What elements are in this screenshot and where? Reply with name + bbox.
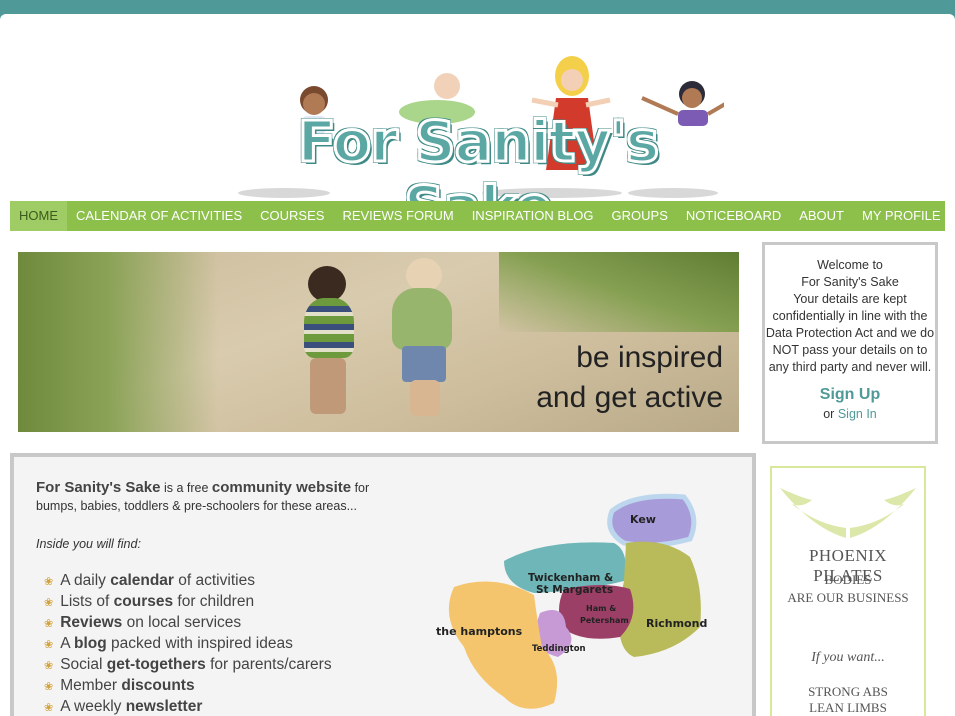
site-logo[interactable]: For Sanity's Sake xyxy=(232,50,734,242)
hero-child-left-shirt xyxy=(304,298,354,358)
ad-benefit-2: LEAN LIMBS xyxy=(809,700,887,715)
ad-if-you-want: If you want... xyxy=(811,650,885,665)
feature-item: ❀ A blog packed with inspired ideas xyxy=(44,634,332,655)
flower-bullet-icon: ❀ xyxy=(44,639,54,651)
or-text: or xyxy=(823,407,835,421)
hero-tagline-line1: be inspired xyxy=(576,341,723,374)
nav-item-courses[interactable]: COURSES xyxy=(251,201,333,231)
feature-text: packed with inspired ideas xyxy=(106,635,293,652)
hero-grass-right xyxy=(499,252,739,332)
hero-child-right xyxy=(406,258,442,292)
hero-banner: be inspired and get active xyxy=(18,252,739,432)
nav-item-about[interactable]: ABOUT xyxy=(790,201,853,231)
page: For Sanity's Sake HOME CALENDAR OF ACTIV… xyxy=(0,14,955,716)
hero-child-right-legs xyxy=(410,380,440,416)
features-list: ❀ A daily calendar of activities ❀ Lists of… xyxy=(44,571,332,716)
welcome-line2: For Sanity's Sake xyxy=(801,275,899,289)
feature-text: Lists of xyxy=(60,593,114,610)
map-label-st-margarets: St Margarets xyxy=(536,584,613,596)
feature-item: ❀ Member discounts xyxy=(44,676,332,697)
map-label-ham: Ham & xyxy=(586,604,616,613)
sign-up-link[interactable]: Sign Up xyxy=(765,384,935,406)
feature-keyword: newsletter xyxy=(125,698,203,715)
feature-text: for children xyxy=(173,593,255,610)
map-label-twickenham: Twickenham & xyxy=(528,572,613,584)
intro-for: for xyxy=(354,481,370,495)
area-map[interactable]: Kew Twickenham & St Margarets Ham & Pete… xyxy=(434,477,724,716)
feature-text: of activities xyxy=(173,572,255,589)
feature-keyword: calendar xyxy=(110,572,174,589)
hero-child-right-shorts xyxy=(402,346,446,382)
hero-tagline: be inspired and get active xyxy=(536,338,723,418)
feature-text: on local services xyxy=(122,614,242,631)
hero-child-right-shirt xyxy=(392,288,452,350)
nav-item-noticeboard[interactable]: NOTICEBOARD xyxy=(677,201,790,231)
feature-keyword: blog xyxy=(74,635,107,652)
map-label-petersham: Petersham xyxy=(580,616,629,625)
hero-grass-left xyxy=(18,252,218,432)
map-label-kew: Kew xyxy=(630,513,656,526)
feature-text: A xyxy=(60,635,75,652)
feature-item: ❀ Social get-togethers for parents/carers xyxy=(44,655,332,676)
welcome-line1: Welcome to xyxy=(817,258,883,272)
feature-keyword: discounts xyxy=(121,677,195,694)
hero-child-left xyxy=(308,266,346,302)
nav-item-groups[interactable]: GROUPS xyxy=(603,201,677,231)
flower-bullet-icon: ❀ xyxy=(44,702,54,714)
flower-bullet-icon: ❀ xyxy=(44,660,54,672)
sign-in-row: or Sign In xyxy=(765,406,935,423)
feature-keyword: Reviews xyxy=(60,614,123,631)
nav-item-home[interactable]: HOME xyxy=(10,201,67,231)
nav-item-calendar[interactable]: CALENDAR OF ACTIVITIES xyxy=(67,201,251,231)
map-label-hamptons: the hamptons xyxy=(436,625,523,638)
flower-bullet-icon: ❀ xyxy=(44,681,54,693)
ad-benefit-1: STRONG ABS xyxy=(808,684,888,699)
flower-bullet-icon: ❀ xyxy=(44,576,54,588)
hero-child-left-legs xyxy=(310,358,346,414)
feature-item: ❀ Reviews on local services xyxy=(44,613,332,634)
intro-site-name: For Sanity's Sake xyxy=(36,479,161,496)
feature-keyword: courses xyxy=(113,593,174,610)
flower-bullet-icon: ❀ xyxy=(44,597,54,609)
nav-item-reviews-forum[interactable]: REVIEWS FORUM xyxy=(333,201,462,231)
feature-text: Member xyxy=(60,677,122,694)
map-label-teddington: Teddington xyxy=(532,644,586,654)
nav-item-my-profile[interactable]: MY PROFILE xyxy=(853,201,950,231)
feature-item: ❀ A weekly newsletter xyxy=(44,697,332,716)
nav-item-inspiration-blog[interactable]: INSPIRATION BLOG xyxy=(463,201,603,231)
feature-text: for parents/carers xyxy=(205,656,332,673)
ad-tagline-1: BODIES xyxy=(824,572,872,587)
intro-panel: For Sanity's Sake is a free community we… xyxy=(10,453,756,716)
feature-text: A weekly xyxy=(60,698,126,715)
feature-text: Social xyxy=(60,656,107,673)
inside-heading: Inside you will find: xyxy=(36,537,141,551)
welcome-box: Welcome to For Sanity's Sake Your detail… xyxy=(762,242,938,444)
intro-audience: bumps, babies, toddlers & pre-schoolers … xyxy=(36,499,357,513)
intro-community: community website xyxy=(211,479,352,496)
hero-tagline-line2: and get active xyxy=(536,381,723,414)
feature-keyword: get-togethers xyxy=(106,656,206,673)
feature-text: A daily xyxy=(60,572,111,589)
wings-icon xyxy=(780,488,916,538)
main-nav: HOME CALENDAR OF ACTIVITIES COURSES REVI… xyxy=(10,201,945,231)
feature-item: ❀ A daily calendar of activities xyxy=(44,571,332,592)
sign-in-link[interactable]: Sign In xyxy=(838,407,877,421)
intro-is-a-free: is a free xyxy=(163,481,209,495)
ad-tagline-2: ARE OUR BUSINESS xyxy=(787,590,909,605)
intro-text: For Sanity's Sake is a free community we… xyxy=(36,479,396,515)
feature-item: ❀ Lists of courses for children xyxy=(44,592,332,613)
map-label-richmond: Richmond xyxy=(646,617,707,630)
flower-bullet-icon: ❀ xyxy=(44,618,54,630)
welcome-privacy-text: Your details are kept confidentially in … xyxy=(765,292,935,374)
phoenix-pilates-ad[interactable]: PHOENIX PILATES BODIES ARE OUR BUSINESS … xyxy=(770,466,926,716)
